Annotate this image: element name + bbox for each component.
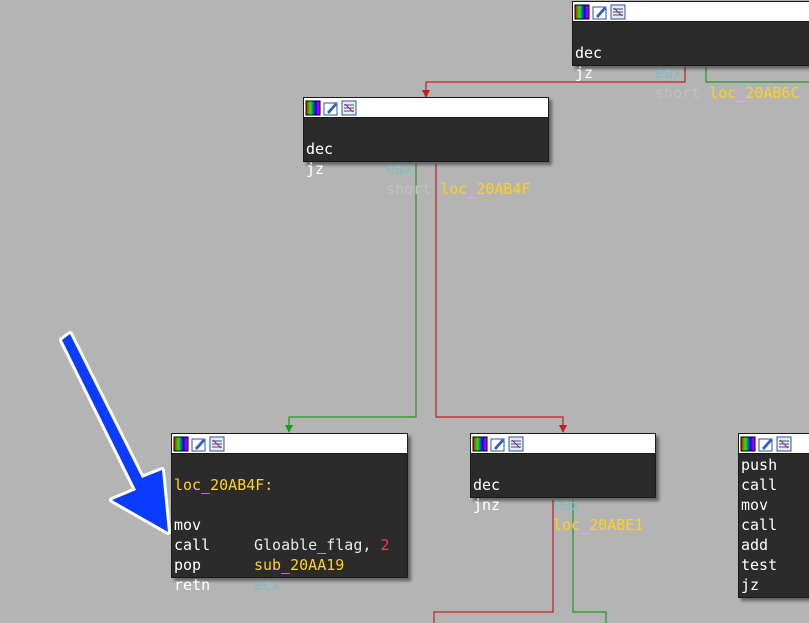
palette-icon[interactable]	[305, 100, 321, 116]
instruction-row[interactable]: jz	[741, 575, 809, 595]
mnemonic: mov	[741, 496, 769, 514]
instruction-row[interactable]: jz short loc_20AB4F	[306, 139, 548, 198]
instruction-row[interactable]: mov	[741, 495, 809, 515]
mnemonic: jz	[575, 64, 594, 82]
mnemonic: push	[741, 456, 778, 474]
mnemonic: jz	[306, 160, 325, 178]
annotation-arrow-icon	[59, 331, 171, 535]
graph-icon[interactable]	[508, 436, 524, 452]
mnemonic: call	[741, 516, 778, 534]
node-header	[172, 434, 407, 454]
node-header	[573, 2, 809, 22]
palette-icon[interactable]	[740, 436, 756, 452]
node-header	[471, 434, 655, 454]
code-block-upper[interactable]: dec eax jz short loc_20AB4F	[303, 97, 549, 198]
edge-upper-to-middle	[435, 164, 567, 433]
instruction-row[interactable]: add	[741, 535, 809, 555]
operand: eax	[386, 160, 414, 178]
edit-icon[interactable]	[490, 436, 506, 452]
graph-icon[interactable]	[209, 436, 225, 452]
mnemonic: retn	[174, 576, 211, 594]
node-header	[304, 98, 548, 118]
palette-icon[interactable]	[472, 436, 488, 452]
mnemonic: jnz	[473, 496, 501, 514]
instruction-row[interactable]: pop ecx	[174, 535, 407, 594]
instruction-row[interactable]: test	[741, 555, 809, 575]
instruction-row[interactable]: dec eax	[575, 23, 809, 82]
code-block-middle[interactable]: dec eax jnz loc_20ABE1	[470, 433, 656, 534]
mnemonic: add	[741, 536, 769, 554]
instruction-row[interactable]: push	[741, 455, 809, 475]
operand-prefix: short	[386, 180, 432, 198]
graph-icon[interactable]	[776, 436, 792, 452]
operand-prefix: short	[655, 84, 701, 102]
edge-top-to-upper	[422, 67, 686, 98]
operand: eax	[655, 64, 683, 82]
instruction-row[interactable]: jz short loc_20AB6C	[575, 43, 809, 102]
edit-icon[interactable]	[191, 436, 207, 452]
instruction-row[interactable]: call	[741, 475, 809, 495]
palette-icon[interactable]	[574, 4, 590, 20]
instruction-row[interactable]: dec eax	[473, 455, 655, 514]
instruction-row[interactable]: dec eax	[306, 119, 548, 178]
operand: eax	[553, 496, 581, 514]
code-block-top-right[interactable]: dec eax jz short loc_20AB6C	[572, 1, 809, 102]
code-block-loc-20ab4f[interactable]: loc_20AB4F: mov Gloable_flag, 2 call sub…	[171, 433, 408, 594]
jump-target-link[interactable]: loc_20AB6C	[709, 84, 799, 102]
code-block-right[interactable]: push call mov call add test jz	[738, 433, 809, 598]
instruction-row[interactable]: call	[741, 515, 809, 535]
edge-top-to-right	[705, 67, 809, 83]
mnemonic: jz	[741, 576, 760, 594]
instruction-row[interactable]: call sub_20AA19	[174, 515, 407, 574]
instruction-row[interactable]: retn	[174, 555, 407, 594]
node-header	[739, 434, 809, 454]
block-label[interactable]: loc_20AB4F:	[174, 475, 407, 495]
graph-icon[interactable]	[610, 4, 626, 20]
graph-icon[interactable]	[341, 100, 357, 116]
operand: ecx	[254, 576, 282, 594]
edit-icon[interactable]	[758, 436, 774, 452]
edit-icon[interactable]	[323, 100, 339, 116]
edit-icon[interactable]	[592, 4, 608, 20]
mnemonic: test	[741, 556, 778, 574]
jump-target-link[interactable]: loc_20ABE1	[553, 515, 643, 535]
instruction-row[interactable]: jnz loc_20ABE1	[473, 475, 655, 534]
jump-target-link[interactable]: loc_20AB4F	[440, 180, 530, 198]
instruction-row[interactable]: mov Gloable_flag, 2	[174, 495, 407, 554]
palette-icon[interactable]	[173, 436, 189, 452]
mnemonic: call	[741, 476, 778, 494]
